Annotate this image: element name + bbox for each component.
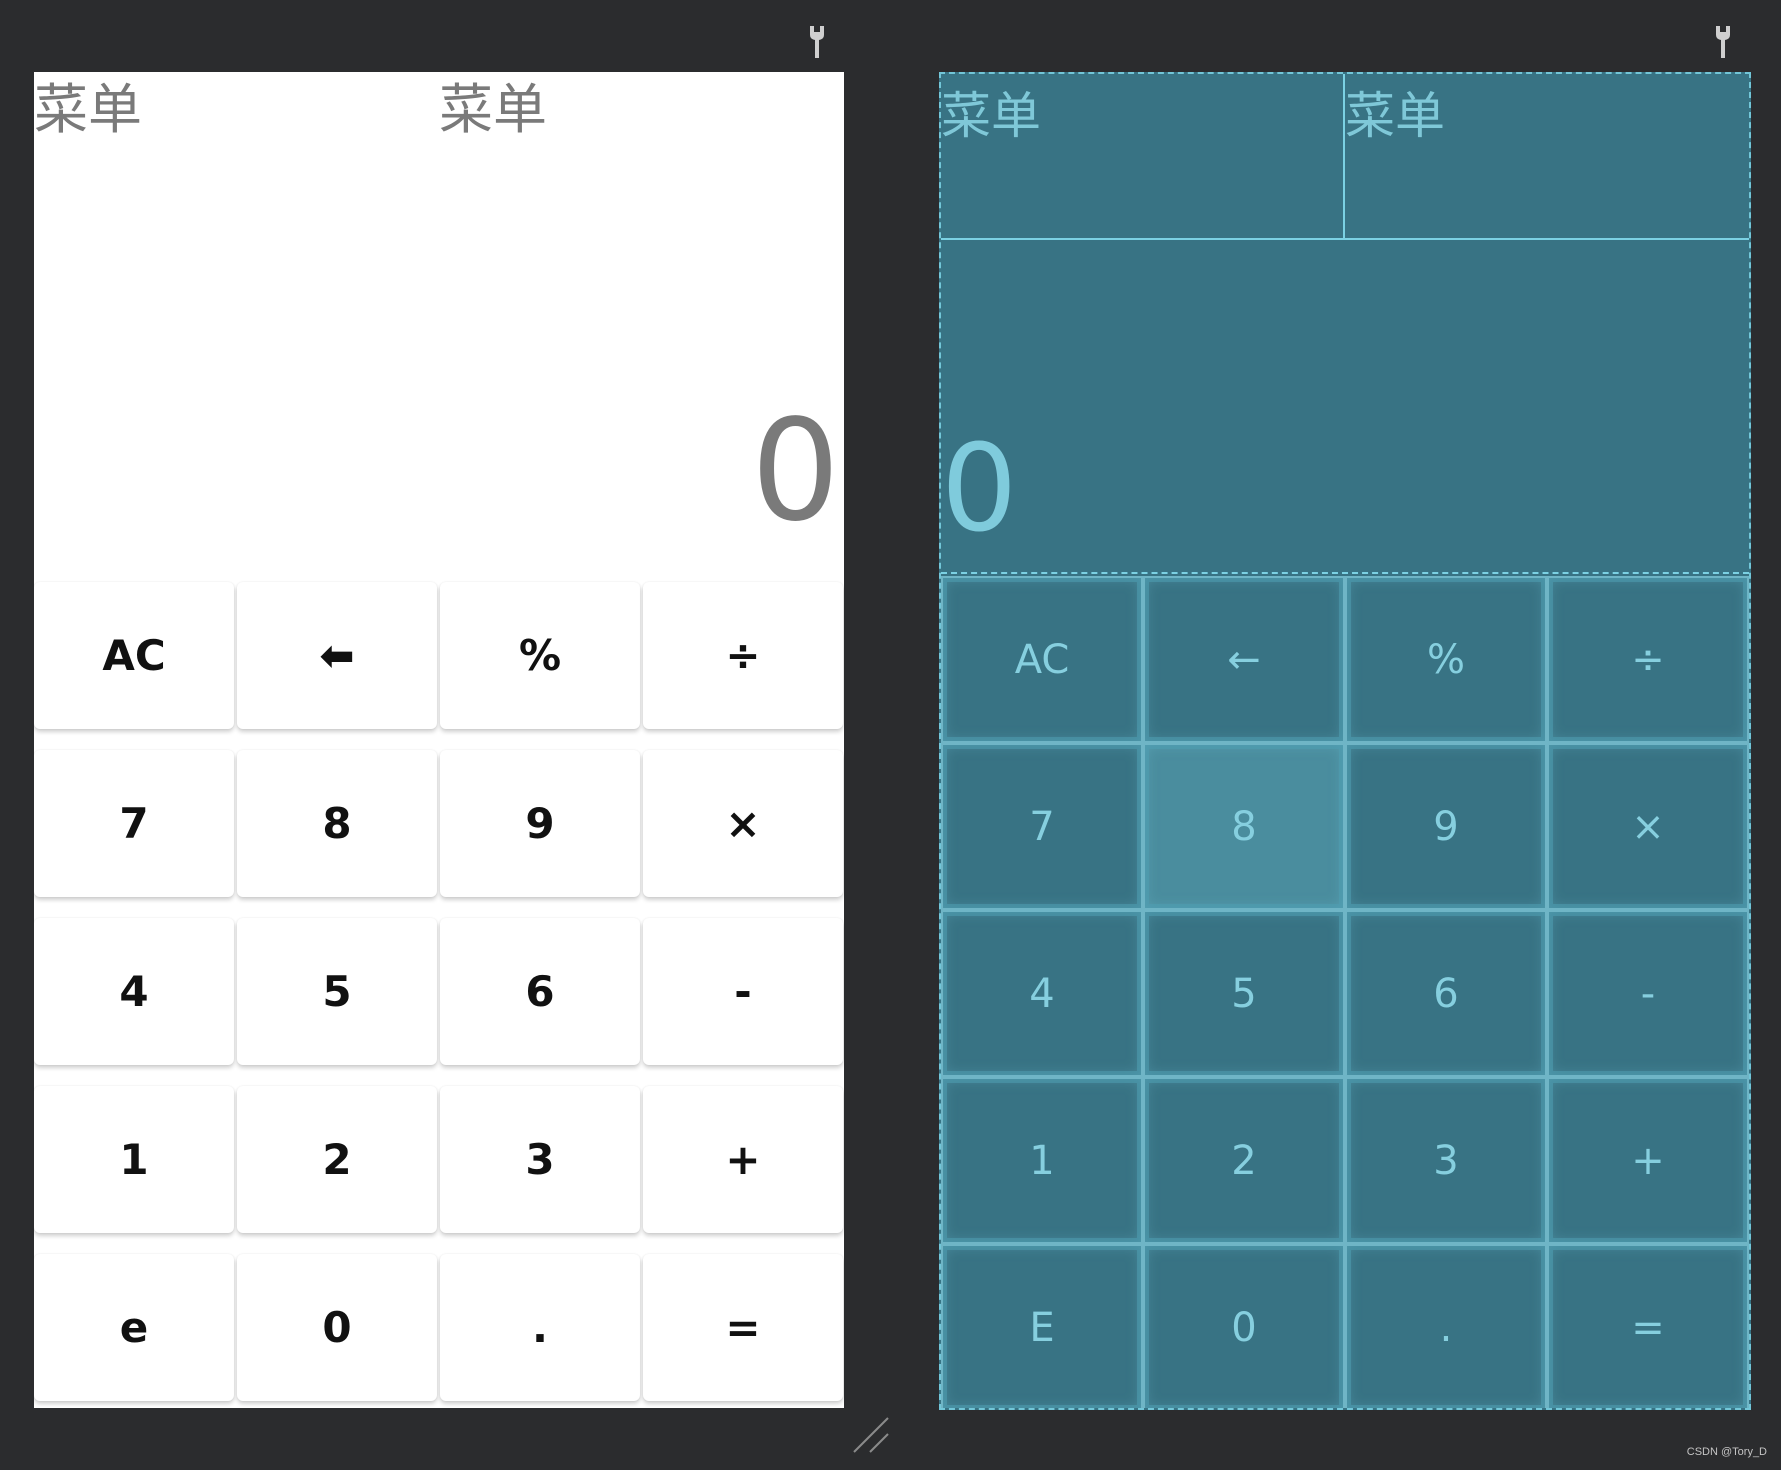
blueprint-key[interactable]: ÷ <box>1547 576 1749 743</box>
watermark: CSDN @Tory_D <box>1686 1446 1767 1458</box>
design-preview: 菜单 菜单 0 AC ⬅% ÷ 7 8 9 × 4 5 6-1 2 3 + e 0. = <box>34 72 844 1408</box>
blueprint-key[interactable]: = <box>1547 1244 1749 1408</box>
blueprint-key[interactable]: - <box>1547 910 1749 1077</box>
blueprint-key[interactable]: 5 <box>1143 910 1345 1077</box>
blueprint-key[interactable]: 7 <box>941 743 1143 910</box>
blueprint-key[interactable]: 2 <box>1143 1077 1345 1244</box>
blueprint-key[interactable]: + <box>1547 1077 1749 1244</box>
calc-key[interactable]: ÷ <box>643 582 843 729</box>
blueprint-key[interactable]: 4 <box>941 910 1143 1077</box>
blueprint-key[interactable]: % <box>1345 576 1547 743</box>
blueprint-preview: 菜单 菜单 0 AC ←% ÷ 7 8 9 × 4 5 6-1 2 3 + E 0. = <box>939 72 1751 1410</box>
blueprint-result-display: 0 <box>941 420 1018 559</box>
calc-key[interactable]: - <box>643 918 843 1065</box>
calc-key[interactable]: % <box>440 582 640 729</box>
calc-key[interactable]: 8 <box>237 750 437 897</box>
menu-label-right[interactable]: 菜单 <box>439 80 547 140</box>
blueprint-key[interactable]: 8 <box>1143 743 1345 910</box>
blueprint-key[interactable]: 9 <box>1345 743 1547 910</box>
blueprint-key[interactable]: AC <box>941 576 1143 743</box>
calc-key[interactable]: 1 <box>34 1086 234 1233</box>
blueprint-key[interactable]: E <box>941 1244 1143 1408</box>
blueprint-display-box: 0 <box>941 240 1749 574</box>
calc-key[interactable]: 2 <box>237 1086 437 1233</box>
blueprint-menu-label-left[interactable]: 菜单 <box>941 74 1345 240</box>
calc-key[interactable]: 9 <box>440 750 640 897</box>
keypad: AC ⬅% ÷ 7 8 9 × 4 5 6- 1 2 3 + e 0. = <box>34 582 844 1408</box>
calc-key[interactable]: ⬅ <box>237 582 437 729</box>
calc-key[interactable]: × <box>643 750 843 897</box>
calc-key[interactable]: 3 <box>440 1086 640 1233</box>
calc-key[interactable]: e <box>34 1254 234 1401</box>
blueprint-menu-row: 菜单 菜单 <box>941 74 1749 240</box>
calc-key[interactable]: 6 <box>440 918 640 1065</box>
blueprint-key[interactable]: . <box>1345 1244 1547 1408</box>
calc-key[interactable]: . <box>440 1254 640 1401</box>
resize-handle-icon[interactable] <box>850 1414 890 1454</box>
calc-key[interactable]: AC <box>34 582 234 729</box>
calc-key[interactable]: = <box>643 1254 843 1401</box>
calc-key[interactable]: 4 <box>34 918 234 1065</box>
blueprint-keypad: AC ←% ÷ 7 8 9 × 4 5 6- 1 2 3 + E 0. = <box>941 576 1749 1408</box>
blueprint-key[interactable]: ← <box>1143 576 1345 743</box>
result-display: 0 <box>750 390 840 553</box>
blueprint-menu-label-right[interactable]: 菜单 <box>1345 74 1749 240</box>
blueprint-key[interactable]: 1 <box>941 1077 1143 1244</box>
calc-key[interactable]: 5 <box>237 918 437 1065</box>
blueprint-key[interactable]: 3 <box>1345 1077 1547 1244</box>
calc-key[interactable]: 0 <box>237 1254 437 1401</box>
pin-icon[interactable] <box>807 26 827 58</box>
menu-label-left[interactable]: 菜单 <box>34 80 142 140</box>
blueprint-key[interactable]: 6 <box>1345 910 1547 1077</box>
blueprint-key[interactable]: × <box>1547 743 1749 910</box>
blueprint-key[interactable]: 0 <box>1143 1244 1345 1408</box>
calc-key[interactable]: + <box>643 1086 843 1233</box>
pin-icon[interactable] <box>1713 26 1733 58</box>
calc-key[interactable]: 7 <box>34 750 234 897</box>
